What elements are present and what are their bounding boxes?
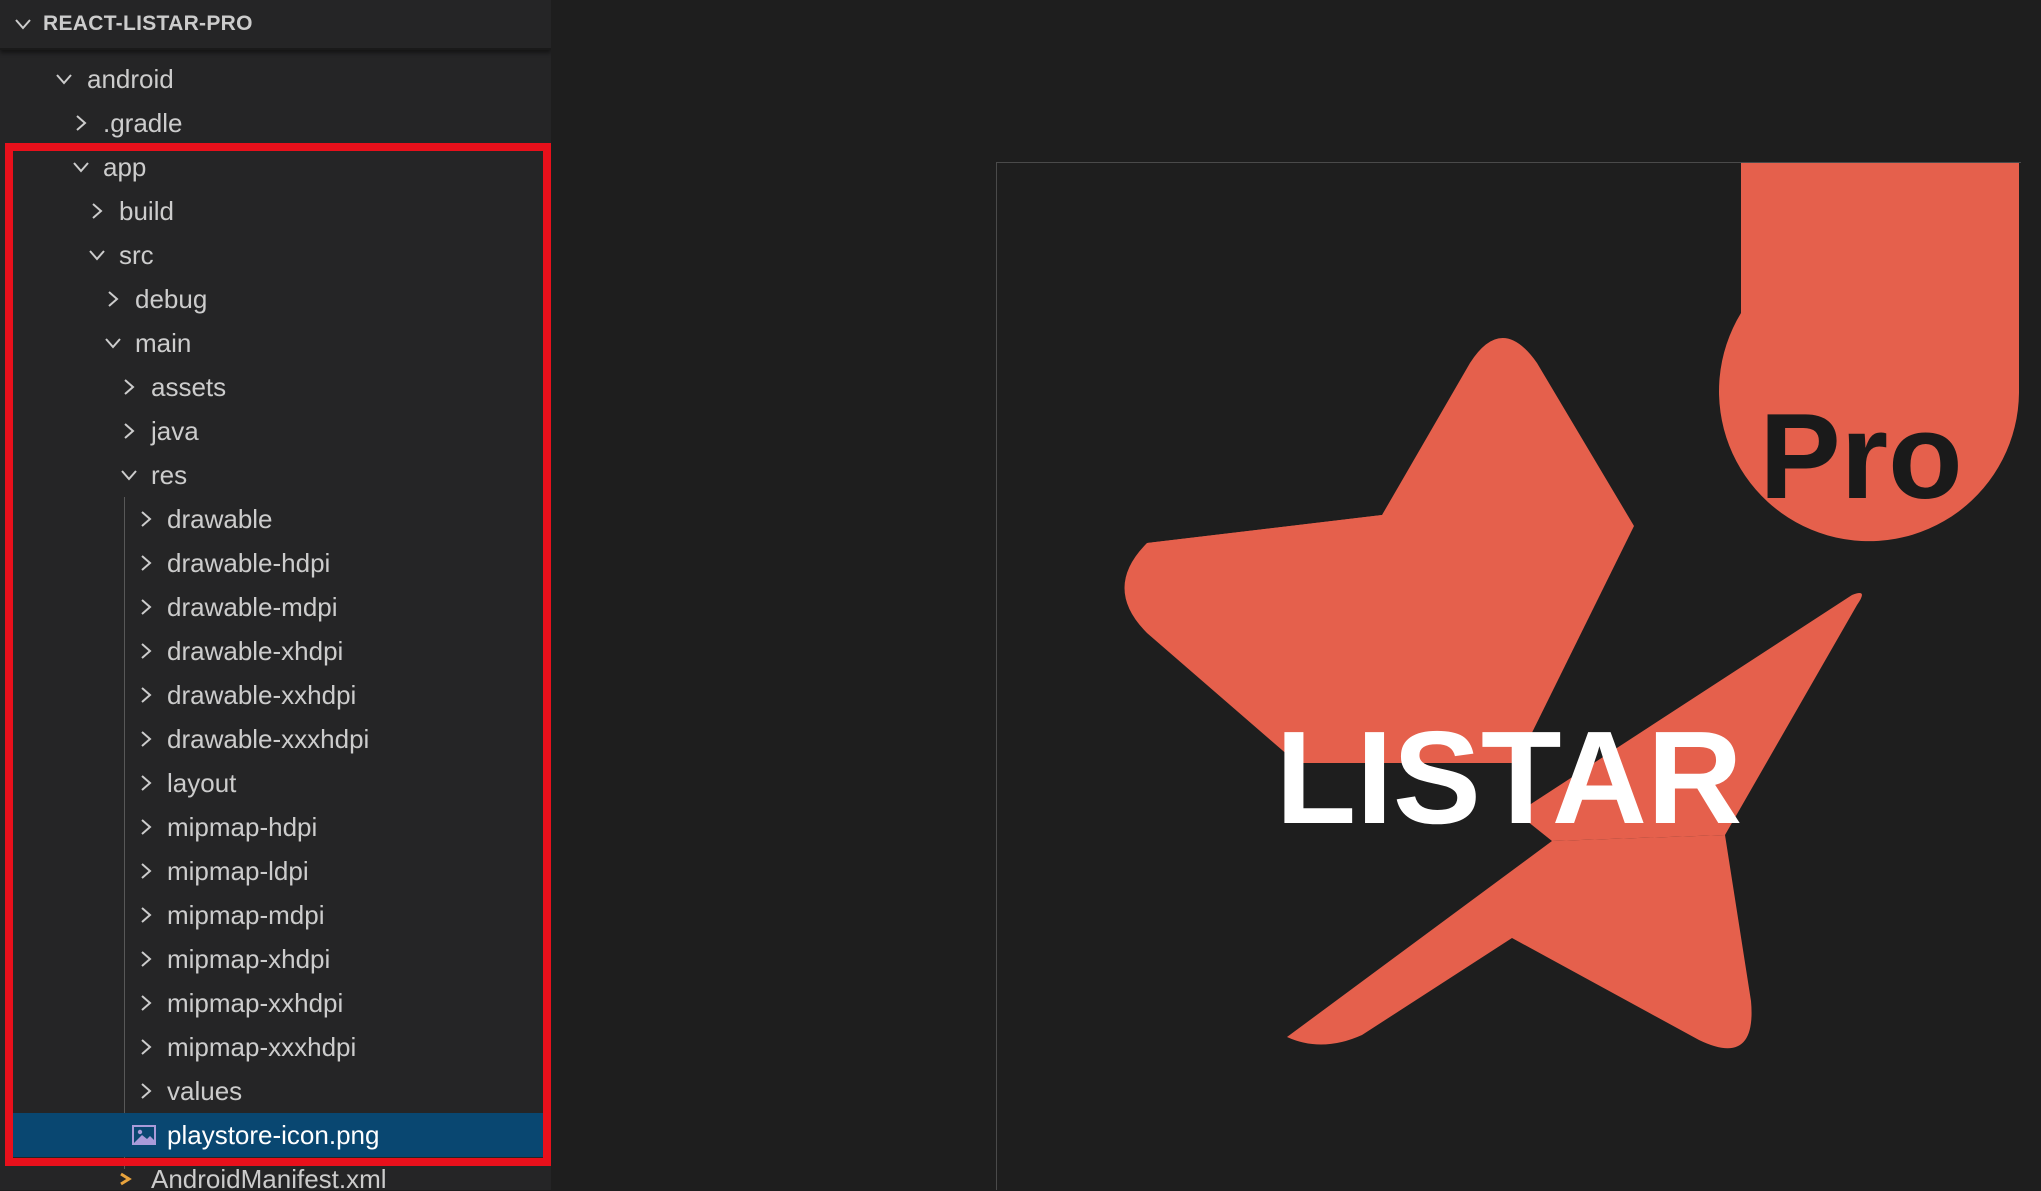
logo-wordmark: LISTAR <box>1276 704 1743 851</box>
workspace-title: REACT-LISTAR-PRO <box>43 12 253 35</box>
tree-item-app[interactable]: app <box>0 145 551 189</box>
tree-item-mipmap-hdpi[interactable]: mipmap-hdpi <box>0 805 551 849</box>
tree-item-label: assets <box>151 372 227 402</box>
listar-pro-logo-image: Pro LISTAR <box>1124 163 2019 1049</box>
chevron-right-icon <box>76 115 87 131</box>
tree-item-label: mipmap-xxhdpi <box>167 988 344 1018</box>
tree-item-label: mipmap-xxxhdpi <box>167 1032 357 1062</box>
tree-item-label: playstore-icon.png <box>167 1120 380 1150</box>
chevron-right-icon <box>141 1083 152 1099</box>
chevron-right-icon <box>124 379 135 395</box>
tree-item-mipmap-xxxhdpi[interactable]: mipmap-xxxhdpi <box>0 1025 551 1069</box>
tree-item-src[interactable]: src <box>0 233 551 277</box>
chevron-right-icon <box>141 863 152 879</box>
tree-item-build[interactable]: build <box>0 189 551 233</box>
chevron-right-icon <box>141 687 152 703</box>
tree-item-playstore-icon[interactable]: playstore-icon.png <box>13 1113 551 1157</box>
star-upper-shape <box>1147 338 1634 543</box>
tree-item-label: app <box>103 152 147 182</box>
chevron-right-icon <box>141 555 152 571</box>
tree-item-debug[interactable]: debug <box>0 277 551 321</box>
tree-item-label: java <box>151 416 199 446</box>
explorer-sidebar: android .gradle app build src debug main <box>0 0 551 1190</box>
tree-item-drawable-xhdpi[interactable]: drawable-xhdpi <box>0 629 551 673</box>
chevron-down-icon <box>89 250 105 261</box>
tree-item-label: AndroidManifest.xml <box>151 1164 387 1190</box>
chevron-right-icon <box>141 819 152 835</box>
image-preview-pane: Pro LISTAR <box>551 0 2041 1190</box>
tree-item-label: src <box>119 240 154 270</box>
chevron-right-icon <box>141 731 152 747</box>
tree-item-label: drawable-xhdpi <box>167 636 344 666</box>
image-file-icon <box>132 1125 156 1145</box>
chevron-right-icon <box>124 423 135 439</box>
chevron-right-icon <box>141 643 152 659</box>
pro-badge-text: Pro <box>1759 388 1962 524</box>
tree-item-label: mipmap-xhdpi <box>167 944 331 974</box>
chevron-down-icon <box>56 74 72 85</box>
chevron-down-icon <box>15 19 31 30</box>
tree-item-label: android <box>87 64 174 94</box>
file-tree: android .gradle app build src debug main <box>0 0 551 1190</box>
tree-item-drawable[interactable]: drawable <box>0 497 551 541</box>
tree-item-label: values <box>167 1076 243 1106</box>
tree-item-android[interactable]: android <box>0 57 551 101</box>
tree-item-drawable-xxhdpi[interactable]: drawable-xxhdpi <box>0 673 551 717</box>
tree-item-java[interactable]: java <box>0 409 551 453</box>
chevron-right-icon <box>141 995 152 1011</box>
chevron-right-icon <box>141 775 152 791</box>
explorer-section-header[interactable]: REACT-LISTAR-PRO <box>0 0 551 50</box>
tree-item-label: drawable <box>167 504 273 534</box>
tree-item-label: layout <box>167 768 237 798</box>
chevron-down-icon <box>105 338 121 349</box>
tree-item-label: mipmap-mdpi <box>167 900 325 930</box>
tree-item-drawable-xxxhdpi[interactable]: drawable-xxxhdpi <box>0 717 551 761</box>
tree-item-label: main <box>135 328 192 358</box>
tree-item-label: drawable-hdpi <box>167 548 331 578</box>
tree-item-main[interactable]: main <box>0 321 551 365</box>
tree-item-assets[interactable]: assets <box>0 365 551 409</box>
tree-item-label: drawable-xxhdpi <box>167 680 357 710</box>
xml-file-icon <box>120 1172 132 1186</box>
tree-item-label: debug <box>135 284 208 314</box>
tree-item-drawable-mdpi[interactable]: drawable-mdpi <box>0 585 551 629</box>
chevron-right-icon <box>141 1039 152 1055</box>
tree-item-label: drawable-xxxhdpi <box>167 724 370 754</box>
tree-item-mipmap-xhdpi[interactable]: mipmap-xhdpi <box>0 937 551 981</box>
tree-item-label: build <box>119 196 174 226</box>
star-lower-shape <box>1287 835 1752 1049</box>
tree-item-drawable-hdpi[interactable]: drawable-hdpi <box>0 541 551 585</box>
tree-item-mipmap-xxhdpi[interactable]: mipmap-xxhdpi <box>0 981 551 1025</box>
tree-item-label: res <box>151 460 188 490</box>
tree-item-gradle[interactable]: .gradle <box>0 101 551 145</box>
tree-item-res[interactable]: res <box>0 453 551 497</box>
tree-item-values[interactable]: values <box>0 1069 551 1113</box>
chevron-right-icon <box>92 203 103 219</box>
tree-item-label: mipmap-hdpi <box>167 812 318 842</box>
tree-item-mipmap-mdpi[interactable]: mipmap-mdpi <box>0 893 551 937</box>
preview-image-frame: Pro LISTAR <box>996 162 2021 1190</box>
chevron-right-icon <box>108 291 119 307</box>
chevron-down-icon <box>121 470 137 481</box>
chevron-down-icon <box>73 162 89 173</box>
tree-item-layout[interactable]: layout <box>0 761 551 805</box>
tree-item-label: mipmap-ldpi <box>167 856 309 886</box>
tree-item-label: drawable-mdpi <box>167 592 338 622</box>
chevron-right-icon <box>141 599 152 615</box>
chevron-right-icon <box>141 951 152 967</box>
tree-item-mipmap-ldpi[interactable]: mipmap-ldpi <box>0 849 551 893</box>
tree-item-androidmanifest[interactable]: AndroidManifest.xml <box>0 1157 551 1190</box>
tree-item-label: .gradle <box>103 108 183 138</box>
chevron-right-icon <box>141 907 152 923</box>
chevron-right-icon <box>141 511 152 527</box>
